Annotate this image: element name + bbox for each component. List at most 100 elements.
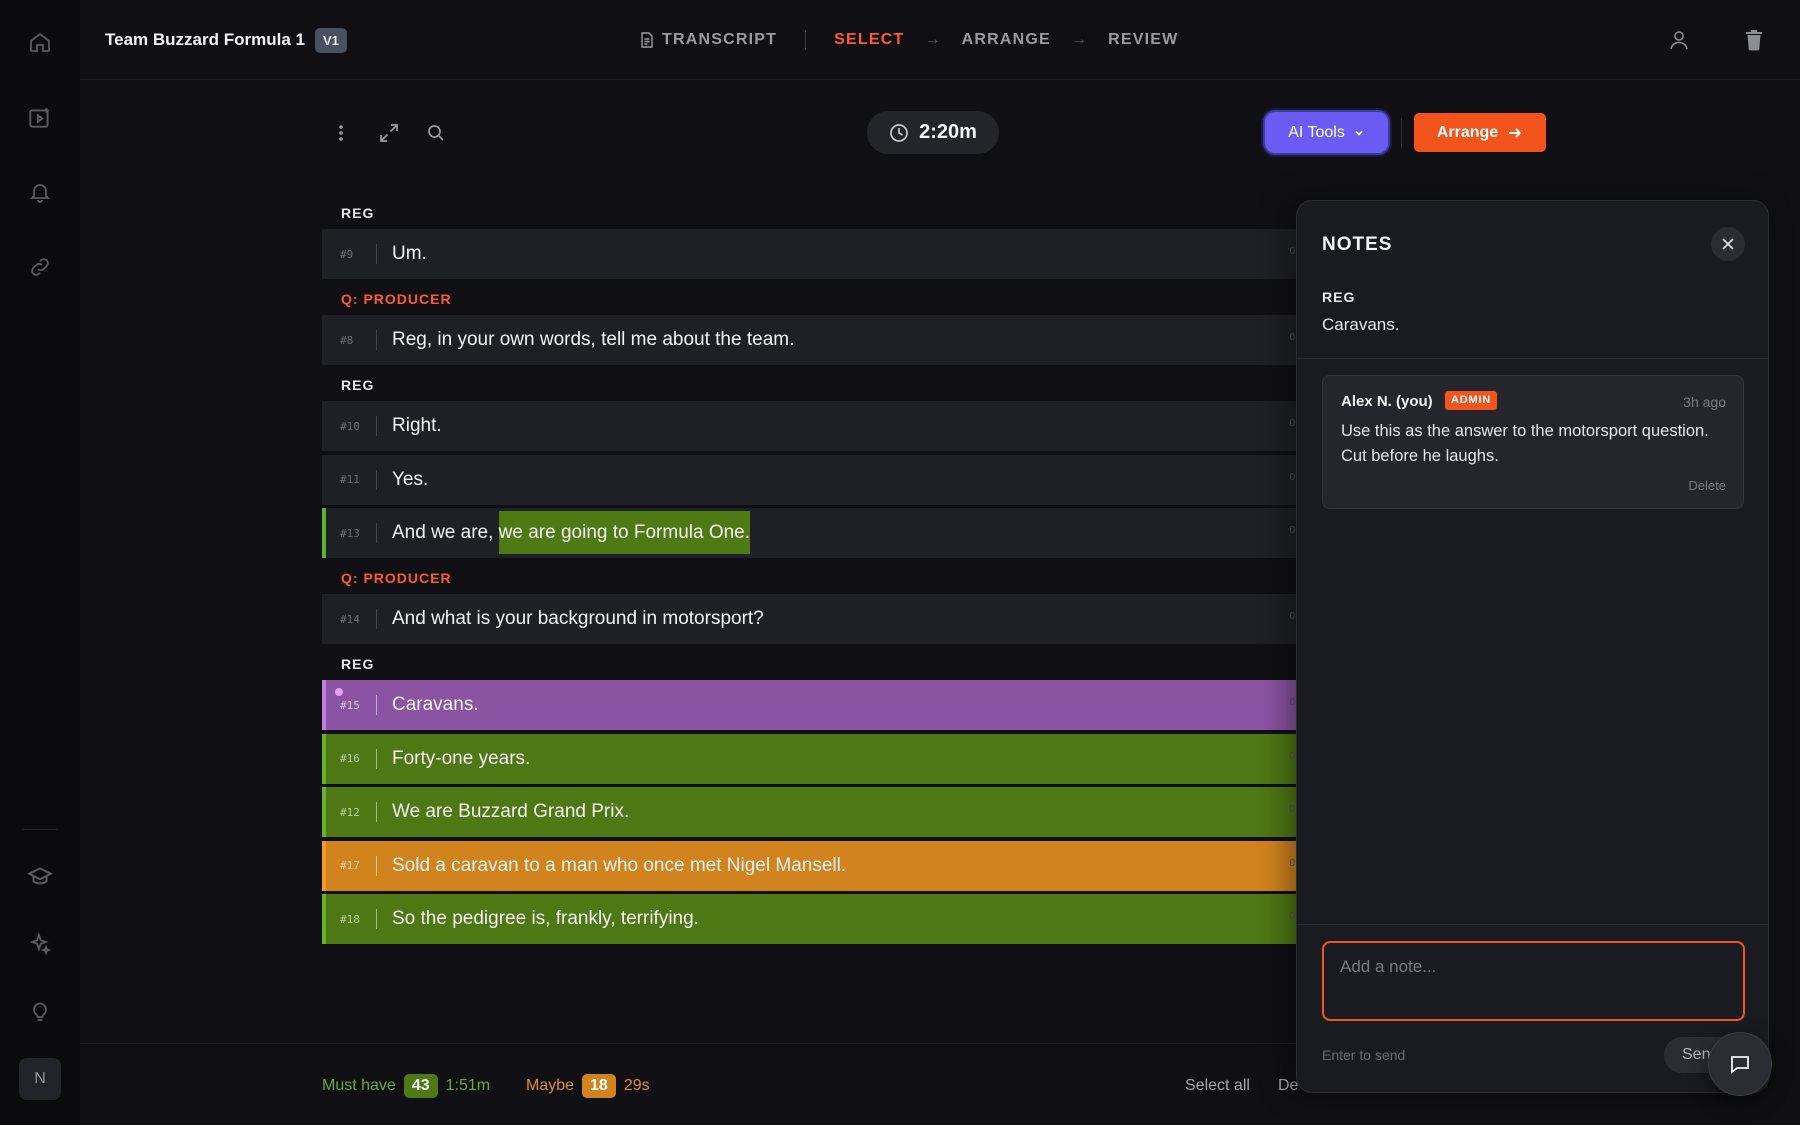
transcript-line[interactable]: #16 Forty-one years. 0 (322, 733, 1297, 784)
link-icon[interactable] (24, 251, 56, 283)
document-icon (640, 32, 654, 48)
toolbar-divider (1401, 118, 1402, 148)
line-text: Forty-one years. (392, 747, 531, 769)
line-text: Yes. (392, 468, 429, 490)
send-hint: Enter to send (1322, 1047, 1406, 1063)
line-timecode: 0 (1289, 525, 1295, 536)
line-timecode: 0 (1289, 418, 1295, 429)
transcript-line[interactable]: #8 Reg, in your own words, tell me about… (322, 315, 1297, 365)
search-icon[interactable] (423, 120, 449, 146)
lightbulb-icon[interactable] (24, 996, 56, 1028)
speaker-label: REG (341, 205, 375, 221)
text-highlight[interactable]: we are going to Formula One. (498, 511, 751, 554)
transcript-line[interactable]: #17 Sold a caravan to a man who once met… (322, 840, 1297, 891)
step-select[interactable]: SELECT (834, 31, 904, 49)
chat-bubble-icon (1728, 1052, 1752, 1076)
line-number: #9 (340, 247, 354, 261)
bell-icon[interactable] (24, 176, 56, 208)
selection-footer: Must have 43 1:51m Maybe 18 29s Select a… (80, 1043, 1300, 1125)
transcript-line[interactable]: #13 And we are, we are going to Formula … (322, 508, 1297, 558)
line-timecode: 0 (1289, 857, 1295, 869)
note-indicator-dot (335, 688, 343, 696)
line-timecode: 0 (1289, 611, 1295, 622)
must-have-label: Must have (322, 1077, 396, 1094)
maybe-summary[interactable]: Maybe 18 29s (526, 1074, 650, 1098)
line-text: Reg, in your own words, tell me about th… (392, 329, 795, 350)
line-text: We are Buzzard Grand Prix. (392, 801, 630, 822)
line-number: #10 (340, 419, 360, 433)
transcript-line[interactable]: #12 We are Buzzard Grand Prix. 0 (322, 787, 1297, 837)
user-icon[interactable] (1667, 28, 1691, 52)
arrow-right-icon: → (924, 31, 942, 48)
avatar[interactable]: N (19, 1058, 61, 1100)
ai-tools-button[interactable]: AI Tools (1265, 112, 1388, 153)
line-text: Right. (392, 415, 442, 436)
line-text: Um. (392, 243, 427, 264)
line-timecode: 0 (1289, 750, 1295, 762)
transcript-line[interactable]: #14 And what is your background in motor… (322, 594, 1297, 644)
question-label: Q: PRODUCER (341, 291, 452, 307)
comment-author: Alex N. (you) (1341, 393, 1433, 410)
step-divider (805, 30, 807, 50)
maybe-count: 18 (582, 1074, 616, 1098)
line-timecode: 0 (1289, 911, 1295, 922)
version-badge[interactable]: V1 (315, 28, 347, 53)
step-arrange[interactable]: ARRANGE (962, 31, 1051, 49)
speaker-label: REG (341, 656, 375, 672)
delete-comment-button[interactable]: Delete (1688, 478, 1726, 493)
role-badge: ADMIN (1445, 391, 1498, 410)
transcript-line[interactable]: #10 Right. 0 (322, 401, 1297, 451)
arrange-label: Arrange (1436, 123, 1499, 141)
note-input[interactable] (1322, 941, 1745, 1021)
line-number: #12 (340, 805, 360, 819)
line-text: And we are, we are going to Formula One. (392, 511, 751, 554)
notes-title: NOTES (1322, 234, 1393, 255)
must-have-count: 43 (403, 1074, 438, 1098)
graduation-cap-icon[interactable] (24, 861, 56, 893)
line-number: #8 (340, 333, 354, 347)
transcript-line[interactable]: #9 Um. 0 (322, 229, 1297, 279)
close-button[interactable] (1711, 227, 1745, 261)
step-transcript[interactable]: TRANSCRIPT (640, 31, 777, 49)
transcript-line[interactable]: #15 Caravans. 0 (322, 680, 1297, 730)
expand-icon[interactable] (376, 120, 402, 146)
maybe-label: Maybe (526, 1077, 575, 1094)
line-timecode: 0 (1289, 246, 1295, 257)
notes-panel: NOTES REG Caravans. Alex N. (you) ADMIN … (1296, 200, 1769, 1093)
line-timecode: 0 (1289, 471, 1295, 483)
line-number: #13 (340, 526, 360, 540)
comment-time: 3h ago (1683, 394, 1726, 410)
line-number: #11 (340, 473, 360, 486)
maybe-duration: 29s (623, 1077, 650, 1094)
duration-value: 2:20m (919, 121, 977, 143)
line-text: So the pedigree is, frankly, terrifying. (392, 908, 699, 929)
arrow-right-icon: → (1070, 31, 1089, 48)
notes-quote: Caravans. (1322, 315, 1400, 334)
line-text: And what is your background in motorspor… (392, 608, 764, 629)
line-number: #18 (340, 912, 360, 926)
line-number: #15 (340, 698, 360, 712)
must-have-summary[interactable]: Must have 43 1:51m (322, 1074, 490, 1098)
arrow-right-icon (1507, 125, 1523, 141)
sparkle-icon[interactable] (24, 928, 56, 960)
video-icon[interactable] (24, 102, 56, 134)
rail-divider (22, 829, 58, 830)
transcript-line[interactable]: #11 Yes. 0 (322, 454, 1297, 505)
select-all-button[interactable]: Select all (1185, 1077, 1250, 1095)
home-icon[interactable] (24, 26, 56, 58)
workflow-steps: TRANSCRIPT SELECT → ARRANGE → REVIEW (640, 28, 1178, 52)
line-number: #14 (340, 612, 360, 626)
more-options-icon[interactable] (328, 120, 354, 146)
project-title: Team Buzzard Formula 1 (105, 30, 305, 49)
transcript-list: REG #9 Um. 0 Q: PRODUCER #8 Reg, in your… (322, 197, 1297, 948)
transcript-line[interactable]: #18 So the pedigree is, frankly, terrify… (322, 894, 1297, 944)
step-review[interactable]: REVIEW (1108, 31, 1178, 49)
must-have-duration: 1:51m (445, 1077, 491, 1094)
chat-button[interactable] (1708, 1032, 1772, 1096)
notes-speaker: REG (1322, 289, 1356, 305)
arrange-button[interactable]: Arrange (1414, 113, 1546, 152)
trash-icon[interactable] (1742, 28, 1766, 52)
line-number: #16 (340, 752, 360, 765)
line-text: Sold a caravan to a man who once met Nig… (392, 854, 847, 876)
line-timecode: 0 (1289, 804, 1295, 815)
